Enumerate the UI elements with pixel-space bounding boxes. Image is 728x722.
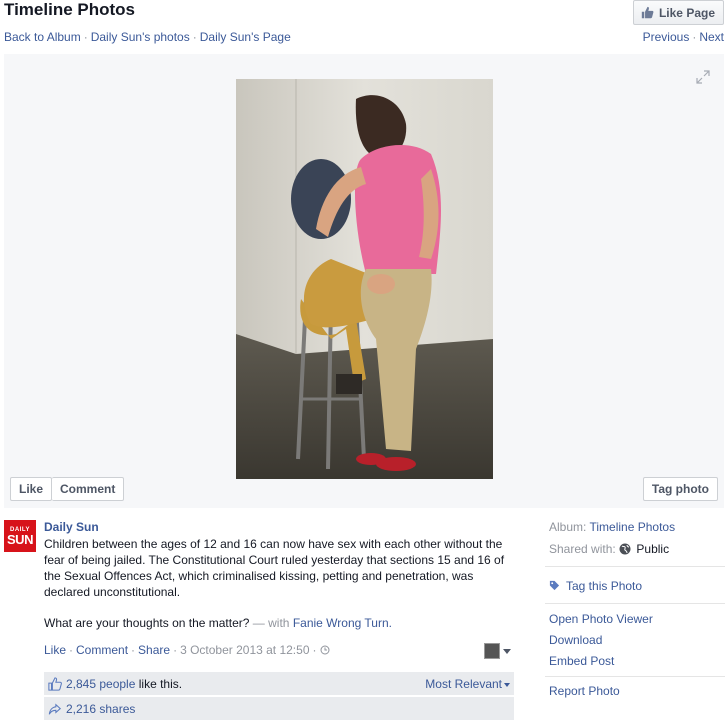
like-button[interactable]: Like <box>10 477 53 501</box>
tag-this-photo[interactable]: Tag this Photo <box>549 579 642 593</box>
daily-sun-page-link[interactable]: Daily Sun's Page <box>200 30 291 44</box>
sort-dropdown[interactable]: Most Relevant <box>425 677 510 691</box>
post-date[interactable]: 3 October 2013 at 12:50 <box>180 643 309 657</box>
post-actions: Like · Comment · Share · 3 October 2013 at 12:… <box>44 643 330 657</box>
privacy-info: Shared with: Public <box>549 542 670 556</box>
likes-count-link[interactable]: 2,845 people <box>66 677 135 691</box>
actor-selector[interactable] <box>484 643 511 659</box>
author-link[interactable]: Daily Sun <box>44 520 99 534</box>
post-question: What are your thoughts on the matter? — … <box>44 616 392 630</box>
photo-action-group: Like Comment <box>10 477 125 501</box>
like-page-label: Like Page <box>658 5 715 20</box>
album-info: Album: Timeline Photos <box>549 520 676 534</box>
likes-summary: 2,845 people like this. Most Relevant <box>44 672 514 695</box>
globe-icon <box>619 543 631 555</box>
thumbs-up-icon <box>48 676 62 691</box>
album-link[interactable]: Timeline Photos <box>589 520 675 534</box>
download-link[interactable]: Download <box>549 633 602 647</box>
daily-sun-photos-link[interactable]: Daily Sun's photos <box>91 30 190 44</box>
header: Timeline Photos Like Page Back to Album ·… <box>0 0 728 50</box>
thumbs-up-icon <box>641 6 654 19</box>
shares-summary: 2,216 shares <box>44 697 514 720</box>
shares-link[interactable]: 2,216 shares <box>66 702 135 716</box>
tagged-user-link[interactable]: Fanie Wrong Turn. <box>293 616 392 630</box>
report-photo-link[interactable]: Report Photo <box>549 684 620 698</box>
sidebar-divider <box>545 676 725 677</box>
post-text: Children between the ages of 12 and 16 c… <box>44 537 505 599</box>
comment-button[interactable]: Comment <box>52 477 125 501</box>
photo[interactable] <box>236 79 493 479</box>
chevron-down-icon <box>503 648 511 654</box>
photo-stage: Like Comment Tag photo <box>4 54 724 508</box>
caret-down-icon <box>504 682 510 687</box>
tag-photo-button[interactable]: Tag photo <box>642 477 718 501</box>
daily-sun-logo[interactable]: DAILY SUN <box>4 520 36 552</box>
pager: Previous · Next <box>642 30 724 44</box>
post-like-link[interactable]: Like <box>44 643 66 657</box>
back-to-album-link[interactable]: Back to Album <box>4 30 81 44</box>
next-link[interactable]: Next <box>699 30 724 44</box>
page-title: Timeline Photos <box>4 0 135 19</box>
sidebar-divider <box>545 603 725 604</box>
actor-avatar <box>484 643 500 659</box>
share-arrow-icon <box>48 702 62 714</box>
like-page-button[interactable]: Like Page <box>632 0 724 25</box>
fullscreen-icon[interactable] <box>696 70 710 84</box>
post-share-link[interactable]: Share <box>138 643 170 657</box>
sidebar-divider <box>545 566 725 567</box>
breadcrumb: Back to Album · Daily Sun's photos · Daily S… <box>4 30 291 44</box>
post-comment-link[interactable]: Comment <box>76 643 128 657</box>
open-photo-viewer[interactable]: Open Photo Viewer <box>549 612 653 626</box>
clock-icon <box>320 645 329 655</box>
tag-icon <box>549 580 560 591</box>
previous-link[interactable]: Previous <box>643 30 690 44</box>
embed-post-link[interactable]: Embed Post <box>549 654 614 668</box>
